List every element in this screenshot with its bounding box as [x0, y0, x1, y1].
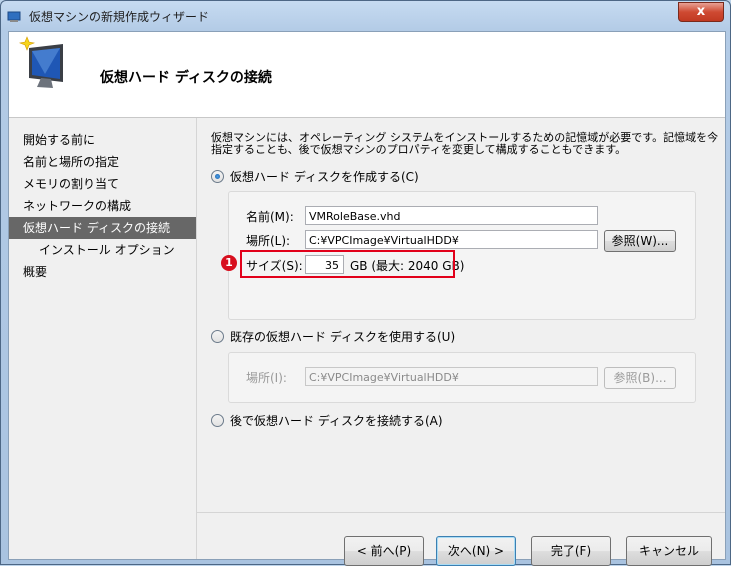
- location-label: 場所(L):: [246, 234, 291, 248]
- description-text: 仮想マシンには、オペレーティング システムをインストールするための記憶域が必要で…: [211, 131, 719, 156]
- existing-vhd-group: 場所(I): C:¥VPCImage¥VirtualHDD¥ 参照(B)...: [228, 352, 696, 403]
- callout-marker: 1: [221, 255, 237, 271]
- nav-item-virtual-disk[interactable]: 仮想ハード ディスクの接続: [9, 217, 196, 239]
- radio-existing-vhd[interactable]: 既存の仮想ハード ディスクを使用する(U): [211, 329, 455, 345]
- cancel-button[interactable]: キャンセル: [626, 536, 712, 566]
- finish-button[interactable]: 完了(F): [531, 536, 611, 566]
- window-title: 仮想マシンの新規作成ウィザード: [29, 10, 210, 24]
- radio-create-vhd[interactable]: 仮想ハード ディスクを作成する(C): [211, 169, 419, 185]
- next-button[interactable]: 次へ(N) >: [436, 536, 516, 566]
- location-field[interactable]: C:¥VPCImage¥VirtualHDD¥: [305, 230, 598, 249]
- wizard-client: 仮想ハード ディスクの接続 開始する前に 名前と場所の指定 メモリの割り当て ネ…: [8, 31, 726, 566]
- nav-item-name-location[interactable]: 名前と場所の指定: [9, 151, 196, 173]
- radio-create-label: 仮想ハード ディスクを作成する(C): [230, 170, 419, 184]
- name-field[interactable]: VMRoleBase.vhd: [305, 206, 598, 225]
- browse-button[interactable]: 参照(W)...: [604, 230, 676, 252]
- radio-button[interactable]: [211, 414, 224, 427]
- close-button[interactable]: x: [678, 2, 724, 22]
- page-title: 仮想ハード ディスクの接続: [100, 70, 272, 86]
- hyperv-app-icon: [7, 11, 21, 22]
- wizard-content: 仮想マシンには、オペレーティング システムをインストールするための記憶域が必要で…: [197, 118, 725, 566]
- back-button[interactable]: < 前へ(P): [344, 536, 424, 566]
- existing-browse-button[interactable]: 参照(B)...: [604, 367, 676, 389]
- radio-button[interactable]: [211, 330, 224, 343]
- title-bar[interactable]: 仮想マシンの新規作成ウィザード x: [1, 1, 730, 31]
- radio-existing-label: 既存の仮想ハード ディスクを使用する(U): [230, 330, 456, 344]
- wizard-header: 仮想ハード ディスクの接続: [9, 32, 725, 118]
- nav-item-network[interactable]: ネットワークの構成: [9, 195, 196, 217]
- vm-monitor-icon: [18, 36, 63, 88]
- size-highlight-box: [240, 250, 455, 278]
- nav-item-summary[interactable]: 概要: [9, 261, 196, 283]
- wizard-window: 仮想マシンの新規作成ウィザード x 仮想ハード ディスクの接続 開始する前に 名…: [0, 0, 731, 566]
- wizard-nav: 開始する前に 名前と場所の指定 メモリの割り当て ネットワークの構成 仮想ハード…: [9, 118, 197, 559]
- radio-attach-later[interactable]: 後で仮想ハード ディスクを接続する(A): [211, 413, 443, 429]
- nav-item-before-you-begin[interactable]: 開始する前に: [9, 129, 196, 151]
- footer-separator: [197, 512, 725, 513]
- nav-item-install-options[interactable]: インストール オプション: [9, 239, 196, 261]
- existing-location-field[interactable]: C:¥VPCImage¥VirtualHDD¥: [305, 367, 598, 386]
- create-vhd-group: 名前(M): VMRoleBase.vhd 場所(L): C:¥VPCImage…: [221, 191, 696, 320]
- name-label: 名前(M):: [246, 210, 294, 224]
- radio-button-checked[interactable]: [211, 170, 224, 183]
- nav-item-memory[interactable]: メモリの割り当て: [9, 173, 196, 195]
- existing-location-label: 場所(I):: [246, 371, 287, 385]
- radio-later-label: 後で仮想ハード ディスクを接続する(A): [230, 414, 443, 428]
